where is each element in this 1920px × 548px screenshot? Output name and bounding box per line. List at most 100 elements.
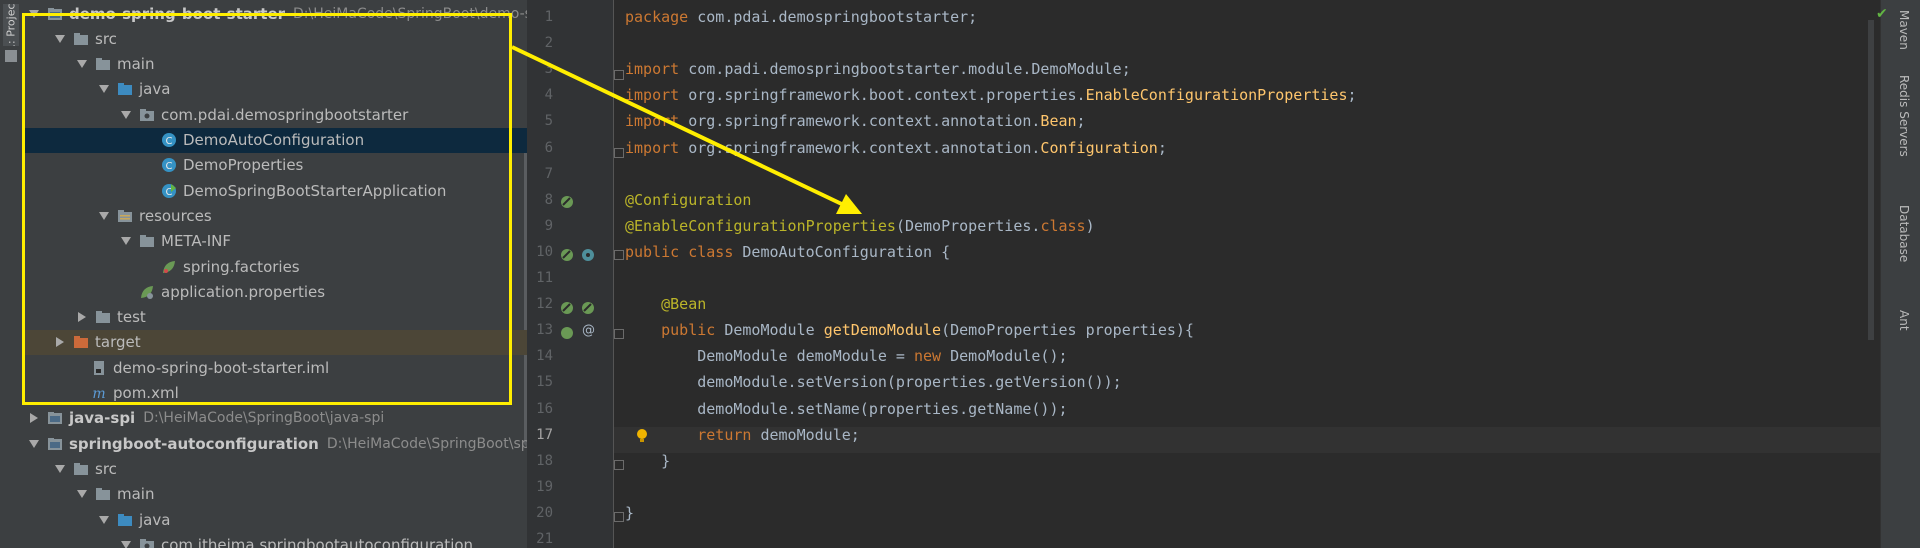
code-line[interactable]: @Configuration <box>625 187 751 213</box>
tree-item[interactable]: C DemoSpringBootStarterApplication <box>22 178 527 203</box>
code-line[interactable]: package com.pdai.demospringbootstarter; <box>625 4 977 30</box>
code-line[interactable]: @Bean <box>625 291 706 317</box>
lightbulb-icon[interactable] <box>634 428 650 444</box>
tree-item-label: DemoProperties <box>183 156 304 175</box>
maven-tab[interactable]: Maven <box>1893 10 1911 50</box>
code-line[interactable]: import org.springframework.context.annot… <box>625 135 1167 161</box>
code-token: EnableConfigurationProperties <box>1085 86 1348 105</box>
collapse-triangle-icon[interactable] <box>28 412 40 424</box>
tree-item[interactable]: resources <box>22 203 527 228</box>
tree-item[interactable]: META-INF <box>22 229 527 254</box>
expand-triangle-icon[interactable] <box>28 8 40 20</box>
collapse-triangle-icon[interactable] <box>76 311 88 323</box>
folder-icon <box>94 486 111 502</box>
tree-item-label: spring.factories <box>183 257 300 276</box>
expand-triangle-icon[interactable] <box>120 235 132 247</box>
tree-item[interactable]: m pom.xml <box>22 381 527 406</box>
tree-item[interactable]: main <box>22 482 527 507</box>
expand-triangle-icon[interactable] <box>98 514 110 526</box>
tree-item[interactable]: target <box>22 329 527 355</box>
code-line[interactable]: public class DemoAutoConfiguration { <box>625 239 950 265</box>
ant-tab[interactable]: Ant <box>1893 310 1911 331</box>
tree-item[interactable]: main <box>22 52 527 77</box>
expand-triangle-icon[interactable] <box>28 438 40 450</box>
fold-marker[interactable] <box>614 329 624 339</box>
tree-item[interactable]: java-spi D:\HeiMaCode\SpringBoot\java-spi <box>22 406 527 431</box>
tree-item[interactable]: spring.factories <box>22 254 527 279</box>
fold-marker[interactable] <box>614 70 624 80</box>
tree-item[interactable]: com.pdai.demospringbootstarter <box>22 102 527 127</box>
fold-marker[interactable] <box>614 250 624 260</box>
line-number: 2 <box>544 35 553 52</box>
code-token: ; <box>1347 86 1357 105</box>
line-number: 5 <box>544 113 553 130</box>
fold-marker[interactable] <box>614 512 624 522</box>
collapse-triangle-icon[interactable] <box>54 336 66 348</box>
code-token: import <box>625 86 689 105</box>
source-folder-icon <box>116 512 133 528</box>
module-path: D:\HeiMaCode\SpringBoot\java-spi <box>143 410 385 427</box>
tree-item[interactable]: src <box>22 26 527 51</box>
expand-triangle-icon[interactable] <box>76 58 88 70</box>
project-tool-tab[interactable]: 1: Project <box>3 4 19 46</box>
database-tab[interactable]: Database <box>1893 205 1911 262</box>
tree-item[interactable]: application.properties <box>22 279 527 304</box>
code-line[interactable]: } <box>625 448 670 474</box>
code-token: new <box>913 347 951 366</box>
spring-bean-icon <box>561 196 573 208</box>
code-token: demoModule.setVersion(properties.getVers… <box>625 373 1122 392</box>
tree-item[interactable]: java <box>22 507 527 532</box>
code-token: demoModule; <box>760 425 860 444</box>
code-line[interactable]: public DemoModule getDemoModule(DemoProp… <box>625 317 1194 343</box>
module-icon <box>46 436 63 452</box>
tree-item[interactable]: com.itheima.springbootautoconfiguration <box>22 532 527 548</box>
tree-item[interactable]: springboot-autoconfiguration D:\HeiMaCode… <box>22 431 527 456</box>
structure-icon[interactable] <box>5 50 17 62</box>
line-number: 15 <box>536 374 553 391</box>
code-line[interactable]: DemoModule demoModule = new DemoModule()… <box>625 343 1067 369</box>
iml-icon <box>90 360 107 376</box>
code-line[interactable]: import org.springframework.context.annot… <box>625 108 1086 134</box>
line-number: 9 <box>544 217 553 234</box>
inspection-ok-icon: ✔ <box>1876 6 1888 22</box>
code-token: ; <box>1157 138 1167 157</box>
tree-item[interactable]: test <box>22 305 527 330</box>
code-token: @EnableConfigurationProperties <box>625 216 896 235</box>
tree-item[interactable]: src <box>22 456 527 481</box>
code-token: DemoModule demoModule = <box>625 347 914 366</box>
line-number: 1 <box>544 9 553 25</box>
folder-icon <box>94 309 111 325</box>
spring-file-icon <box>160 259 177 275</box>
tree-item[interactable]: C DemoAutoConfiguration <box>22 127 527 153</box>
expand-triangle-icon[interactable] <box>120 109 132 121</box>
code-token: ) <box>1085 216 1095 235</box>
line-number: 17 <box>536 426 553 443</box>
redis-servers-tab[interactable]: Redis Servers <box>1893 75 1911 157</box>
expand-triangle-icon[interactable] <box>54 33 66 45</box>
code-token: org.springframework.context.annotation. <box>688 138 1041 157</box>
expand-triangle-icon[interactable] <box>98 210 110 222</box>
tree-item[interactable]: java <box>22 77 527 102</box>
code-line[interactable]: @EnableConfigurationProperties(DemoPrope… <box>625 213 1095 239</box>
code-line[interactable]: import org.springframework.boot.context.… <box>625 82 1357 108</box>
code-line[interactable]: } <box>625 500 634 526</box>
line-number: 11 <box>536 270 553 286</box>
expand-triangle-icon[interactable] <box>98 83 110 95</box>
target-folder-icon <box>72 334 89 350</box>
tree-item[interactable]: C DemoProperties <box>22 153 527 178</box>
expand-triangle-icon[interactable] <box>120 539 132 548</box>
expand-triangle-icon[interactable] <box>76 488 88 500</box>
fold-marker[interactable] <box>614 460 624 470</box>
expand-triangle-icon[interactable] <box>54 463 66 475</box>
fold-marker[interactable] <box>614 148 624 158</box>
code-line[interactable]: import com.padi.demospringbootstarter.mo… <box>625 56 1131 82</box>
tree-item-label: DemoAutoConfiguration <box>183 131 365 149</box>
code-line[interactable]: return demoModule; <box>625 422 860 448</box>
code-line[interactable]: demoModule.setVersion(properties.getVers… <box>625 369 1122 395</box>
tree-item[interactable]: demo-spring-boot-starter.iml <box>22 355 527 380</box>
tree-item[interactable]: demo-spring-boot-starter D:\HeiMaCode\Spr… <box>22 1 527 26</box>
code-line[interactable]: demoModule.setName(properties.getName())… <box>625 396 1067 422</box>
editor-scrollbar[interactable] <box>1868 20 1874 340</box>
